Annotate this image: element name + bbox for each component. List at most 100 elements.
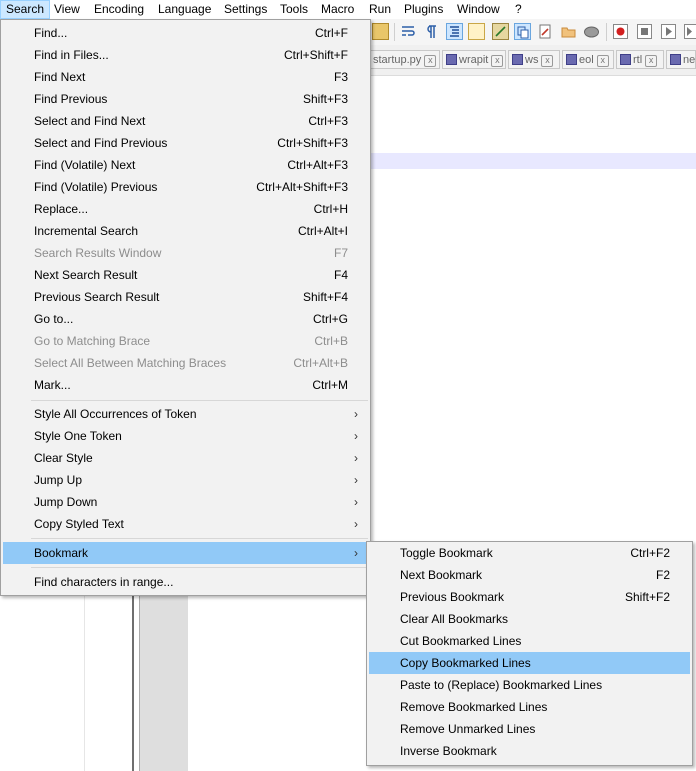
macro-run-multiple-icon[interactable] bbox=[683, 23, 696, 40]
menu-help[interactable]: ? bbox=[509, 0, 528, 19]
indent-guide-icon[interactable] bbox=[446, 23, 463, 40]
menu-item-label: Cut Bookmarked Lines bbox=[400, 634, 522, 648]
menu-item-clear-all-bookmarks[interactable]: Clear All Bookmarks bbox=[369, 608, 690, 630]
menu-item-label: Find Next bbox=[34, 70, 86, 84]
macro-play-icon[interactable] bbox=[660, 23, 677, 40]
close-icon[interactable]: x bbox=[645, 55, 658, 67]
word-wrap-icon[interactable] bbox=[400, 23, 417, 40]
menu-item-shortcut: Shift+F2 bbox=[624, 590, 670, 604]
menu-item-find-in-files[interactable]: Find in Files... Ctrl+Shift+F bbox=[3, 44, 368, 66]
menu-item-shortcut: Ctrl+Alt+F3 bbox=[287, 158, 348, 172]
folder-as-workspace-icon[interactable] bbox=[514, 23, 531, 40]
menu-search[interactable]: Search bbox=[0, 0, 51, 19]
menu-item-remove-bookmarked-lines[interactable]: Remove Bookmarked Lines bbox=[369, 696, 690, 718]
menu-item-copy-styled-text[interactable]: Copy Styled Text › bbox=[3, 513, 368, 535]
toolbar-separator bbox=[394, 23, 395, 41]
menu-macro[interactable]: Macro bbox=[315, 0, 360, 19]
record-disc-icon[interactable] bbox=[583, 23, 600, 40]
menu-item-previous-bookmark[interactable]: Previous Bookmark Shift+F2 bbox=[369, 586, 690, 608]
close-icon[interactable]: x bbox=[424, 55, 437, 67]
menu-run[interactable]: Run bbox=[363, 0, 397, 19]
chevron-right-icon: › bbox=[354, 407, 358, 421]
menu-item-shortcut: F3 bbox=[333, 70, 348, 84]
macro-stop-icon[interactable] bbox=[636, 23, 653, 40]
menu-item-shortcut: Ctrl+F3 bbox=[308, 114, 348, 128]
menu-item-label: Find Previous bbox=[34, 92, 108, 106]
menu-item-paste-bookmarked-lines[interactable]: Paste to (Replace) Bookmarked Lines bbox=[369, 674, 690, 696]
close-icon[interactable]: x bbox=[596, 55, 609, 67]
menu-item-label: Incremental Search bbox=[34, 224, 139, 238]
menu-item-label: Copy Bookmarked Lines bbox=[400, 656, 531, 670]
menu-item-style-all-occurrences[interactable]: Style All Occurrences of Token › bbox=[3, 403, 368, 425]
menu-language[interactable]: Language bbox=[152, 0, 217, 19]
menu-item-copy-bookmarked-lines[interactable]: Copy Bookmarked Lines bbox=[369, 652, 690, 674]
menu-item-label: Mark... bbox=[34, 378, 71, 392]
tab-wrapit[interactable]: wrapit x bbox=[442, 50, 506, 69]
tab-eol[interactable]: eol x bbox=[562, 50, 614, 69]
menu-view[interactable]: View bbox=[48, 0, 86, 19]
menu-item-label: Find in Files... bbox=[34, 48, 109, 62]
tab-ws[interactable]: ws x bbox=[508, 50, 560, 69]
close-icon[interactable]: x bbox=[491, 55, 504, 67]
tab-new[interactable]: new bbox=[666, 50, 696, 69]
menu-plugins[interactable]: Plugins bbox=[398, 0, 449, 19]
menu-item-label: Go to Matching Brace bbox=[34, 334, 151, 348]
menu-item-cut-bookmarked-lines[interactable]: Cut Bookmarked Lines bbox=[369, 630, 690, 652]
tab-rtl[interactable]: rtl x bbox=[616, 50, 664, 69]
menu-item-select-and-find-next[interactable]: Select and Find Next Ctrl+F3 bbox=[3, 110, 368, 132]
menu-item-jump-down[interactable]: Jump Down › bbox=[3, 491, 368, 513]
menu-item-label: Next Search Result bbox=[34, 268, 138, 282]
menu-item-mark[interactable]: Mark... Ctrl+M bbox=[3, 374, 368, 396]
show-all-characters-icon[interactable] bbox=[422, 23, 439, 40]
menu-item-shortcut: Ctrl+G bbox=[312, 312, 348, 326]
menu-item-find[interactable]: Find... Ctrl+F bbox=[3, 22, 368, 44]
menu-item-find-volatile-next[interactable]: Find (Volatile) Next Ctrl+Alt+F3 bbox=[3, 154, 368, 176]
menu-item-toggle-bookmark[interactable]: Toggle Bookmark Ctrl+F2 bbox=[369, 542, 690, 564]
menu-tools[interactable]: Tools bbox=[274, 0, 314, 19]
tab-label: ws bbox=[525, 54, 539, 66]
tab-startup-py[interactable]: startup.py x bbox=[370, 50, 440, 69]
menu-item-next-search-result[interactable]: Next Search Result F4 bbox=[3, 264, 368, 286]
menu-item-search-results-window[interactable]: Search Results Window F7 bbox=[3, 242, 368, 264]
menu-item-shortcut: F4 bbox=[333, 268, 348, 282]
document-map-icon[interactable] bbox=[468, 23, 485, 40]
menu-item-go-to-matching-brace[interactable]: Go to Matching Brace Ctrl+B bbox=[3, 330, 368, 352]
menu-item-shortcut: Ctrl+Shift+F bbox=[283, 48, 348, 62]
menu-encoding[interactable]: Encoding bbox=[88, 0, 150, 19]
menu-item-select-all-between-braces[interactable]: Select All Between Matching Braces Ctrl+A… bbox=[3, 352, 368, 374]
menu-item-replace[interactable]: Replace... Ctrl+H bbox=[3, 198, 368, 220]
menu-item-go-to[interactable]: Go to... Ctrl+G bbox=[3, 308, 368, 330]
menu-item-find-volatile-previous[interactable]: Find (Volatile) Previous Ctrl+Alt+Shift+F… bbox=[3, 176, 368, 198]
menu-item-label: Toggle Bookmark bbox=[400, 546, 493, 560]
chevron-right-icon: › bbox=[354, 495, 358, 509]
close-icon[interactable]: x bbox=[541, 55, 554, 67]
menu-item-select-and-find-previous[interactable]: Select and Find Previous Ctrl+Shift+F3 bbox=[3, 132, 368, 154]
menu-item-jump-up[interactable]: Jump Up › bbox=[3, 469, 368, 491]
menu-item-label: Style All Occurrences of Token bbox=[34, 407, 197, 421]
menu-item-style-one-token[interactable]: Style One Token › bbox=[3, 425, 368, 447]
tab-label: new bbox=[683, 54, 696, 66]
menu-item-incremental-search[interactable]: Incremental Search Ctrl+Alt+I bbox=[3, 220, 368, 242]
menu-item-label: Previous Bookmark bbox=[400, 590, 505, 604]
menu-settings[interactable]: Settings bbox=[218, 0, 273, 19]
replace-icon[interactable] bbox=[372, 23, 389, 40]
menu-item-bookmark[interactable]: Bookmark › bbox=[3, 542, 368, 564]
menu-separator bbox=[31, 567, 368, 568]
function-list-icon[interactable] bbox=[492, 23, 509, 40]
menu-window[interactable]: Window bbox=[451, 0, 506, 19]
menu-item-label: Clear All Bookmarks bbox=[400, 612, 509, 626]
menu-item-find-next[interactable]: Find Next F3 bbox=[3, 66, 368, 88]
folder-icon[interactable] bbox=[560, 23, 577, 40]
menu-item-find-previous[interactable]: Find Previous Shift+F3 bbox=[3, 88, 368, 110]
menu-item-shortcut: Ctrl+Alt+Shift+F3 bbox=[256, 180, 348, 194]
menu-item-previous-search-result[interactable]: Previous Search Result Shift+F4 bbox=[3, 286, 368, 308]
menu-item-label: Find (Volatile) Previous bbox=[34, 180, 158, 194]
macro-record-icon[interactable] bbox=[612, 23, 629, 40]
menu-item-inverse-bookmark[interactable]: Inverse Bookmark bbox=[369, 740, 690, 762]
menu-item-clear-style[interactable]: Clear Style › bbox=[3, 447, 368, 469]
menu-item-remove-unmarked-lines[interactable]: Remove Unmarked Lines bbox=[369, 718, 690, 740]
menu-item-next-bookmark[interactable]: Next Bookmark F2 bbox=[369, 564, 690, 586]
monitoring-icon[interactable] bbox=[537, 23, 554, 40]
menu-item-find-characters-in-range[interactable]: Find characters in range... bbox=[3, 571, 368, 593]
menu-item-label: Bookmark bbox=[34, 546, 89, 560]
